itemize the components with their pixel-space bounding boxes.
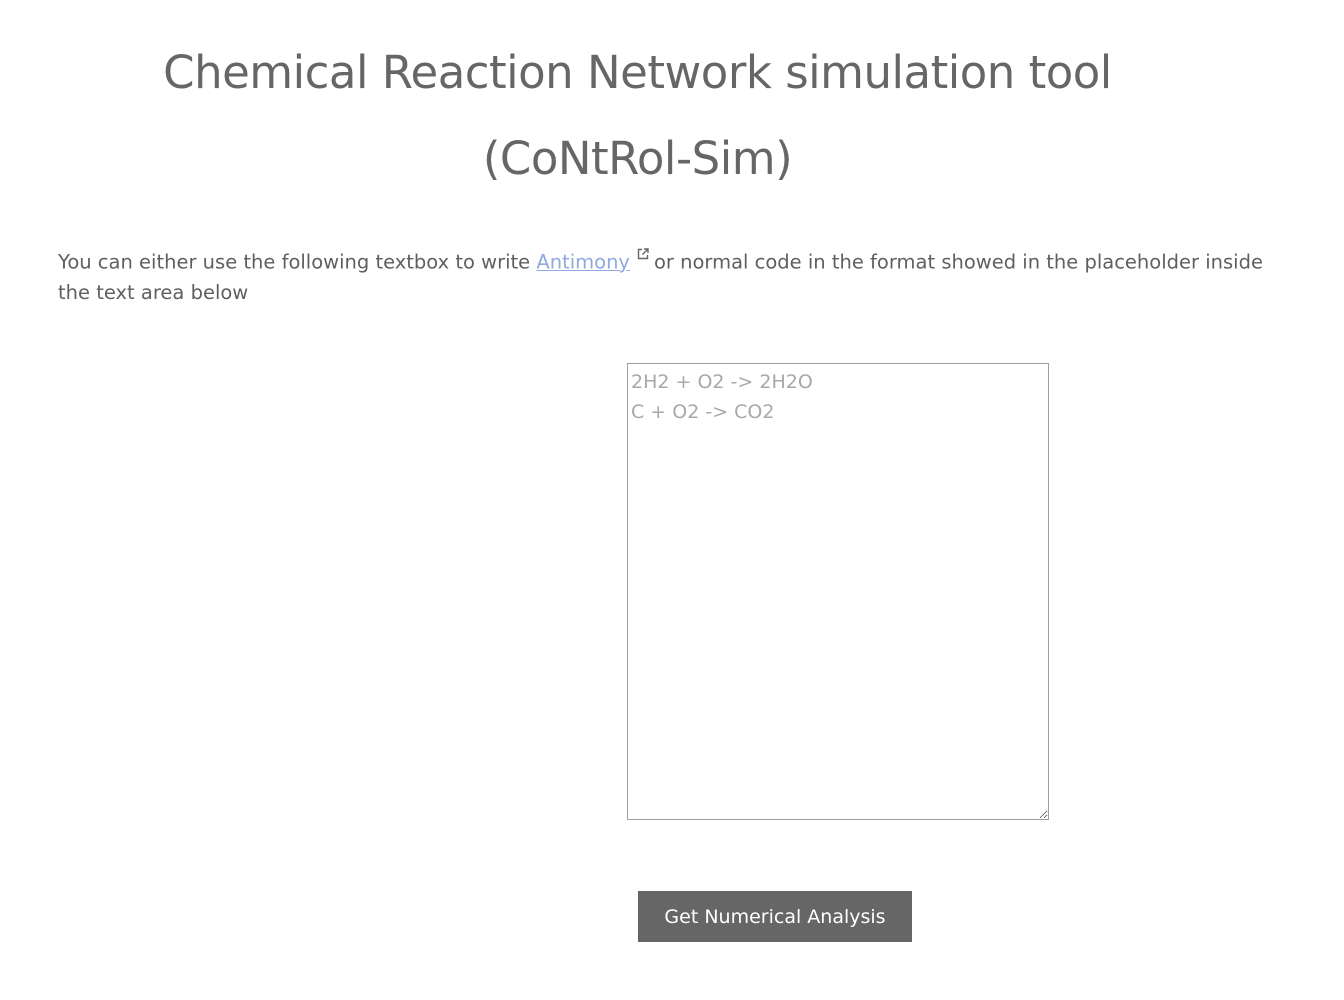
reaction-code-textarea[interactable]: [627, 363, 1049, 820]
external-link-icon: [636, 240, 650, 260]
get-numerical-analysis-button[interactable]: Get Numerical Analysis: [638, 891, 912, 942]
intro-paragraph: You can either use the following textbox…: [58, 240, 1288, 308]
page-title-line1: Chemical Reaction Network simulation too…: [163, 46, 1112, 99]
intro-text-before: You can either use the following textbox…: [58, 250, 537, 274]
page-title-line2: (CoNtRol-Sim): [482, 132, 793, 185]
page-title: Chemical Reaction Network simulation too…: [60, 30, 1215, 202]
antimony-link[interactable]: Antimony: [536, 251, 630, 274]
